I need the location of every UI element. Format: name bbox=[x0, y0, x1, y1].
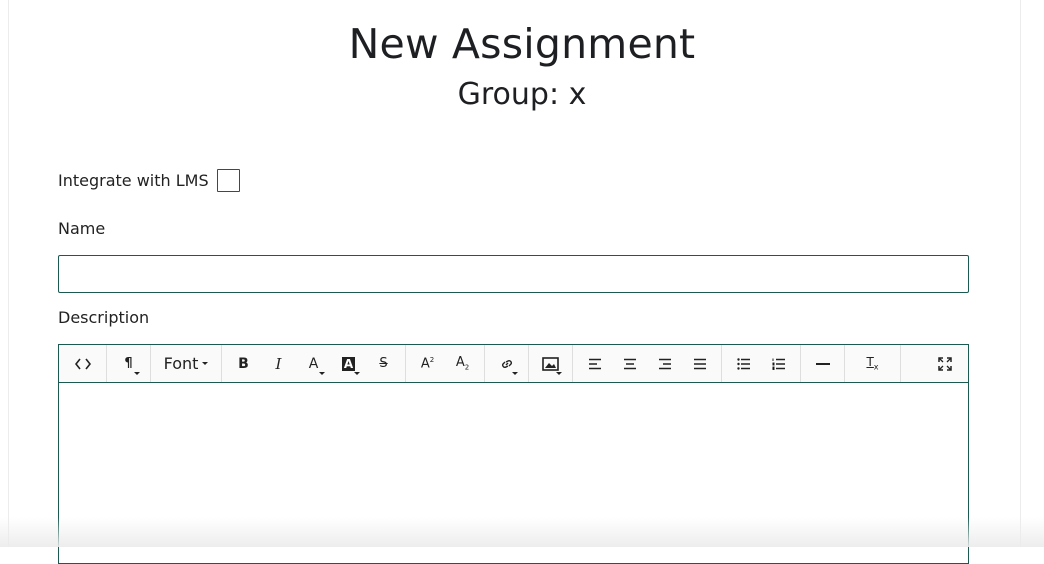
font-dropdown-label: Font bbox=[163, 354, 199, 373]
code-view-icon[interactable] bbox=[65, 345, 100, 382]
description-label: Description bbox=[58, 308, 150, 327]
italic-icon[interactable]: I bbox=[261, 345, 296, 382]
image-icon[interactable] bbox=[533, 345, 568, 382]
bullet-list-icon[interactable] bbox=[726, 345, 761, 382]
group-subtitle: Group: x bbox=[457, 77, 587, 112]
description-text-area[interactable] bbox=[59, 383, 968, 563]
toolbar-group-clear: Tx bbox=[845, 345, 901, 382]
toolbar-group-lists bbox=[722, 345, 801, 382]
highlight-color-icon[interactable]: A bbox=[331, 345, 366, 382]
toolbar-group-image bbox=[529, 345, 573, 382]
toolbar-group-paragraph: ¶ bbox=[107, 345, 151, 382]
horizontal-rule-icon[interactable] bbox=[805, 345, 840, 382]
toolbar-group-font: Font bbox=[151, 345, 222, 382]
align-center-icon[interactable] bbox=[612, 345, 647, 382]
link-icon[interactable] bbox=[489, 345, 524, 382]
toolbar-group-fullscreen bbox=[921, 345, 968, 382]
superscript-icon[interactable]: A2 bbox=[410, 345, 445, 382]
subscript-icon[interactable]: A2 bbox=[445, 345, 480, 382]
toolbar-group-script: A2 A2 bbox=[406, 345, 485, 382]
lms-checkbox[interactable] bbox=[217, 169, 240, 192]
strikethrough-icon[interactable]: S bbox=[366, 345, 401, 382]
align-right-icon[interactable] bbox=[647, 345, 682, 382]
font-dropdown[interactable]: Font bbox=[155, 345, 217, 382]
toolbar-group-align bbox=[573, 345, 722, 382]
toolbar-group-link bbox=[485, 345, 529, 382]
clear-format-icon[interactable]: Tx bbox=[855, 345, 890, 382]
toolbar-group-text-style: B I A A S bbox=[222, 345, 406, 382]
page-title: New Assignment bbox=[348, 20, 696, 68]
paragraph-icon[interactable]: ¶ bbox=[111, 345, 146, 382]
align-justify-icon[interactable] bbox=[682, 345, 717, 382]
editor-toolbar: ¶ Font B I A A S A2 A2 Tx bbox=[59, 345, 968, 383]
description-editor: ¶ Font B I A A S A2 A2 Tx bbox=[58, 344, 969, 564]
toolbar-group-code bbox=[59, 345, 107, 382]
toolbar-group-rule bbox=[801, 345, 845, 382]
fullscreen-icon[interactable] bbox=[927, 345, 962, 382]
name-input[interactable] bbox=[58, 255, 969, 293]
name-label: Name bbox=[58, 219, 106, 238]
lms-label: Integrate with LMS bbox=[58, 171, 209, 190]
font-color-icon[interactable]: A bbox=[296, 345, 331, 382]
align-left-icon[interactable] bbox=[577, 345, 612, 382]
bold-icon[interactable]: B bbox=[226, 345, 261, 382]
numbered-list-icon[interactable] bbox=[761, 345, 796, 382]
